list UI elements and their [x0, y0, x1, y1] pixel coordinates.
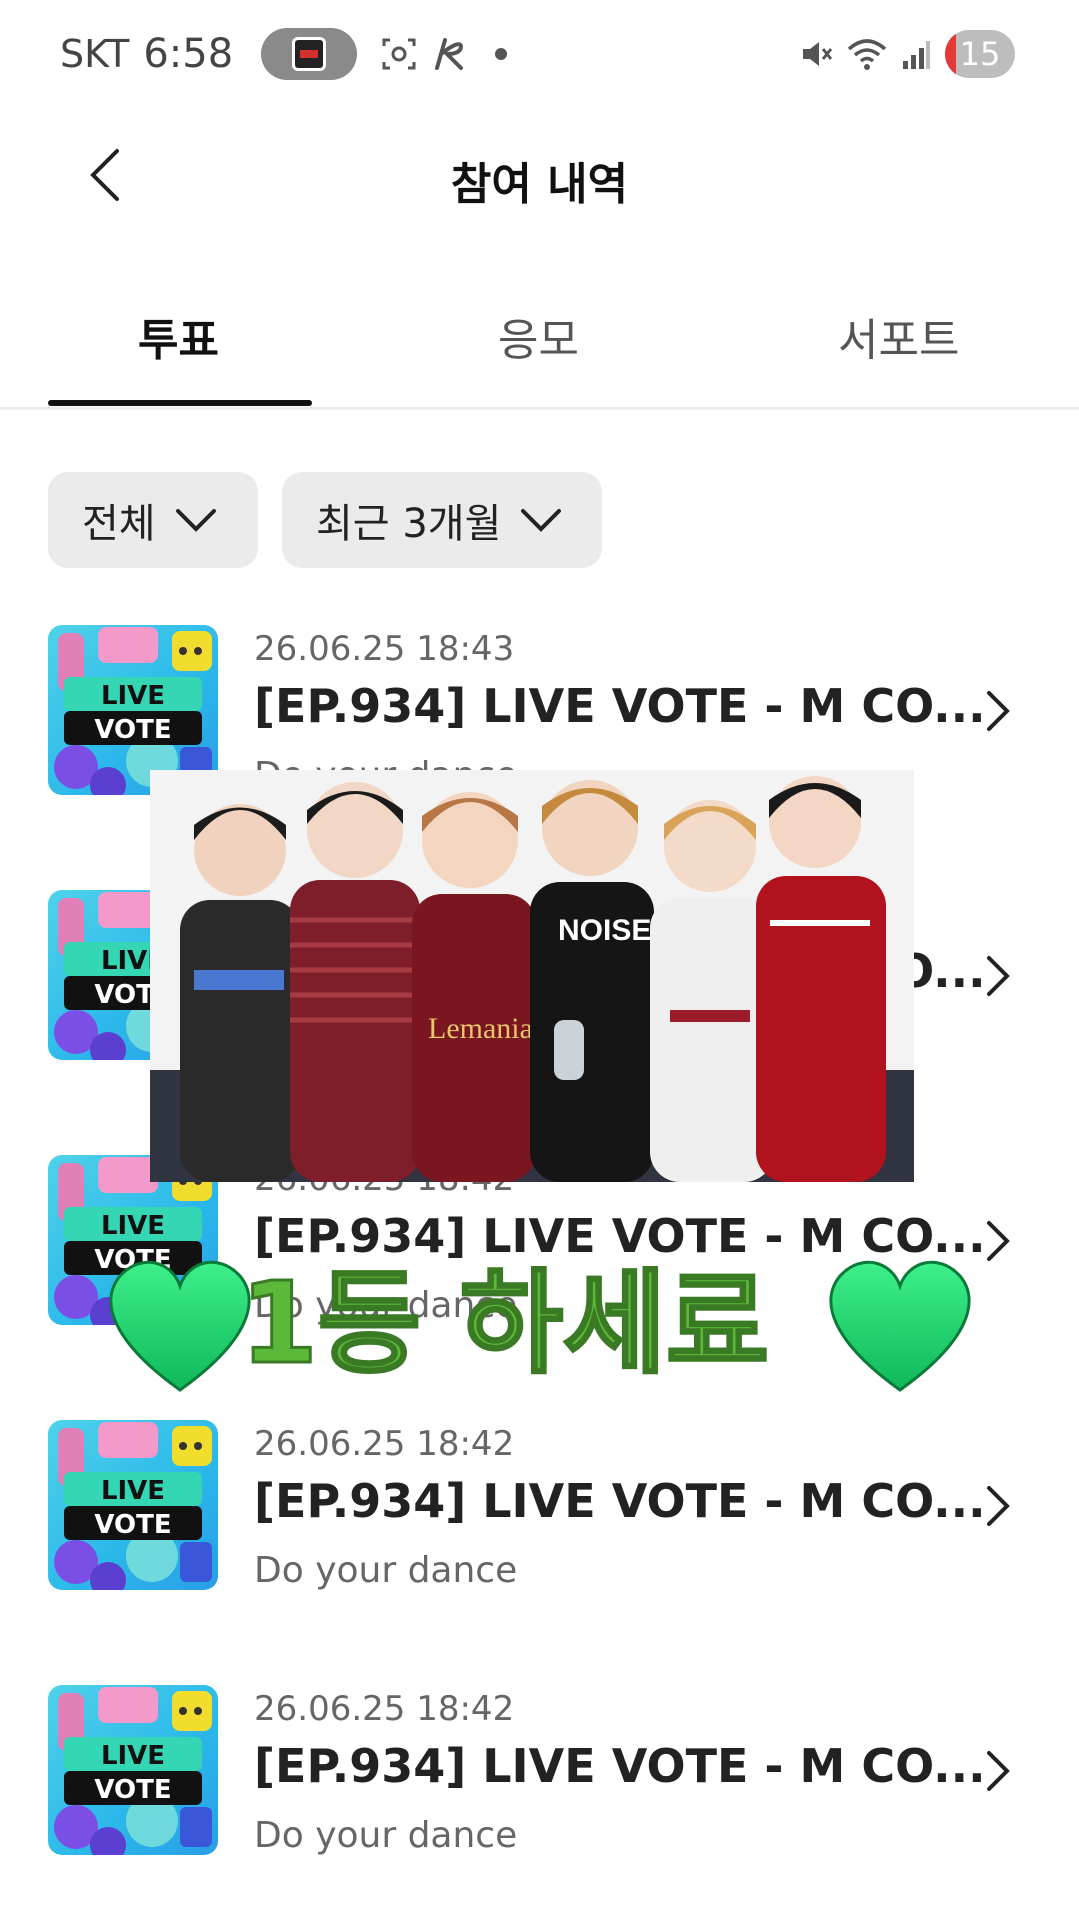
- cheer-caption-sticker: 1등 하세료: [100, 1240, 980, 1410]
- filter-type-label: 전체: [82, 501, 156, 547]
- vote-thumbnail: LIVE VOTE: [48, 1420, 218, 1590]
- item-title: [EP.934] LIVE VOTE - M CO...: [254, 679, 986, 733]
- chevron-down-icon: [521, 509, 562, 532]
- tab-support[interactable]: 서포트: [838, 304, 959, 368]
- vote-thumbnail: LIVE VOTE: [48, 1685, 218, 1855]
- item-title: [EP.934] LIVE VOTE - M CO...: [254, 1474, 986, 1528]
- chevron-down-icon: [175, 509, 216, 532]
- green-heart-icon: [109, 1260, 251, 1392]
- tab-indicator: [48, 400, 312, 406]
- page-title: 참여 내역: [450, 159, 629, 210]
- r-app-icon: [435, 38, 464, 70]
- thumb-text-vote: VOTE: [94, 1510, 171, 1540]
- filter-period-label: 최근 3개월: [316, 501, 502, 547]
- status-left: SKT 6:58: [60, 28, 508, 80]
- thumb-text-live: LIVE: [101, 681, 165, 711]
- battery-icon: 15: [945, 30, 1015, 78]
- screen-record-icon: [382, 38, 416, 70]
- item-title: [EP.934] LIVE VOTE - M CO...: [254, 1739, 986, 1793]
- green-heart-icon: [829, 1260, 971, 1392]
- item-date: 26.06.25 18:43: [254, 629, 515, 669]
- battery-level: 15: [959, 35, 1001, 73]
- chevron-right-icon: [968, 1476, 1028, 1536]
- chevron-right-icon: [968, 681, 1028, 741]
- notification-dot: [495, 48, 508, 60]
- jersey-text: Lemania: [428, 1012, 533, 1045]
- status-right: 15: [799, 30, 1015, 78]
- thumb-text-live: LIVE: [101, 1211, 165, 1241]
- signal-icon: [903, 41, 930, 69]
- chevron-right-icon: [968, 946, 1028, 1006]
- mute-icon: [803, 42, 833, 66]
- wifi-icon: [847, 39, 887, 70]
- item-subtitle: Do your dance: [254, 1550, 518, 1591]
- tigers-logo-icon: [261, 28, 358, 80]
- filter-period-dropdown[interactable]: 최근 3개월: [282, 472, 602, 568]
- clock: 6:58: [143, 31, 234, 77]
- list-item[interactable]: LIVE VOTE 26.06.25 18:42 [EP.934] LIVE VOTE…: [48, 1420, 1028, 1591]
- carrier-label: SKT: [60, 32, 130, 76]
- item-date: 26.06.25 18:42: [254, 1689, 515, 1729]
- thumb-text-live: LIVE: [101, 1741, 165, 1771]
- tab-bar: 투표 응모 서포트: [0, 290, 1079, 410]
- caption-text: 1등 하세료: [240, 1259, 769, 1389]
- thumb-text-live: LIVE: [101, 1476, 165, 1506]
- tab-entry[interactable]: 응모: [498, 304, 579, 368]
- thumb-text-vote: VOTE: [94, 715, 171, 745]
- tab-vote[interactable]: 투표: [138, 304, 219, 368]
- chevron-right-icon: [968, 1741, 1028, 1801]
- item-date: 26.06.25 18:42: [254, 1424, 515, 1464]
- status-bar: SKT 6:58 15: [0, 0, 1079, 110]
- jersey-text: NOISE: [558, 914, 651, 947]
- filter-type-dropdown[interactable]: 전체: [48, 472, 258, 568]
- group-photo-sticker: Lemania NOISE: [150, 770, 914, 1182]
- thumb-text-vote: VOTE: [94, 1775, 171, 1805]
- item-subtitle: Do your dance: [254, 1815, 518, 1856]
- top-app-bar: 참여 내역: [0, 110, 1079, 240]
- list-item[interactable]: LIVE VOTE 26.06.25 18:42 [EP.934] LIVE VOTE…: [48, 1685, 1028, 1856]
